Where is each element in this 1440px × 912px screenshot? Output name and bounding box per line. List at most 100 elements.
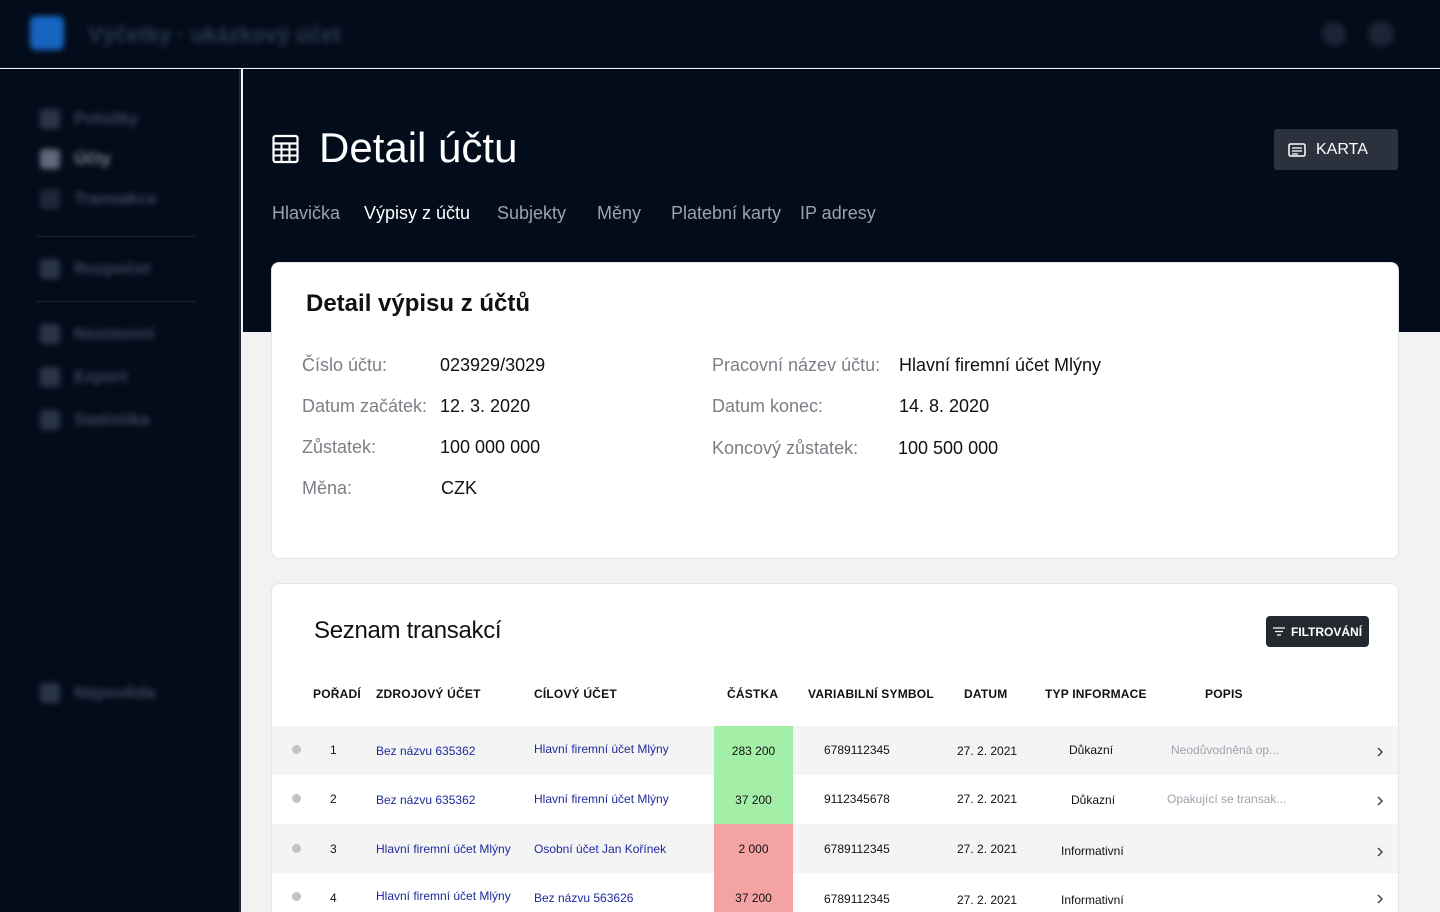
sidebar-item[interactable]: Nápověda bbox=[40, 683, 155, 703]
account-icon bbox=[40, 149, 60, 169]
source-account-link[interactable]: Hlavní firemní účet Mlýny bbox=[376, 889, 511, 903]
source-account-link[interactable]: Bez názvu 635362 bbox=[376, 744, 475, 758]
order-cell: 1 bbox=[330, 743, 337, 757]
chevron-right-icon[interactable] bbox=[1375, 894, 1385, 904]
page-title: Detail účtu bbox=[319, 124, 518, 171]
info-type-cell: Důkazní bbox=[1071, 793, 1116, 807]
sidebar: Položky Účty Transakce Rozpočet Nastaven… bbox=[0, 69, 241, 912]
sidebar-item-label: Účty bbox=[74, 149, 111, 168]
target-account-link[interactable]: Hlavní firemní účet Mlýny bbox=[534, 792, 669, 806]
app-title: Výčetky · ukázkový účet bbox=[88, 22, 342, 47]
balance-label: Zůstatek: bbox=[302, 437, 377, 457]
sidebar-item-label: Transakce bbox=[74, 189, 158, 208]
column-header[interactable]: ZDROJOVÝ ÚČET bbox=[376, 687, 481, 701]
sidebar-item-label: Nastavení bbox=[74, 324, 155, 343]
table-row[interactable]: 2 Bez názvu 635362 Hlavní firemní účet M… bbox=[272, 775, 1398, 824]
tab-subjekty[interactable]: Subjekty bbox=[497, 203, 566, 224]
source-account-link[interactable]: Hlavní firemní účet Mlýny bbox=[376, 842, 511, 856]
tab-hlavicka[interactable]: Hlavička bbox=[272, 203, 340, 224]
export-icon bbox=[40, 367, 60, 387]
date-cell: 27. 2. 2021 bbox=[957, 744, 1018, 758]
chevron-right-icon[interactable] bbox=[1375, 847, 1385, 857]
filter-button[interactable]: FILTROVÁNÍ bbox=[1266, 616, 1369, 647]
status-dot bbox=[292, 794, 301, 803]
list-icon bbox=[40, 109, 60, 129]
sidebar-item[interactable]: Položky bbox=[40, 109, 138, 129]
source-account-link[interactable]: Bez názvu 635362 bbox=[376, 793, 475, 807]
target-account-link[interactable]: Bez názvu 563626 bbox=[534, 891, 633, 905]
transfer-icon bbox=[40, 189, 60, 209]
currency-value: CZK bbox=[441, 478, 477, 498]
sidebar-item[interactable]: Nastavení bbox=[40, 324, 154, 344]
sidebar-item-active[interactable]: Účty bbox=[40, 149, 111, 169]
chevron-right-icon[interactable] bbox=[1375, 747, 1385, 757]
chevron-right-icon[interactable] bbox=[1375, 796, 1385, 806]
sidebar-item-label: Nápověda bbox=[74, 683, 156, 702]
variable-symbol-cell: 9112345678 bbox=[824, 792, 890, 806]
account-number-label: Číslo účtu: bbox=[302, 355, 388, 375]
sidebar-item[interactable]: Rozpočet bbox=[40, 259, 151, 279]
status-dot bbox=[292, 844, 301, 853]
date-cell: 27. 2. 2021 bbox=[957, 893, 1018, 907]
sidebar-item[interactable]: Transakce bbox=[40, 189, 157, 209]
column-header[interactable]: TYP INFORMACE bbox=[1045, 687, 1147, 701]
variable-symbol-cell: 6789112345 bbox=[824, 743, 890, 757]
karta-button[interactable]: KARTA bbox=[1274, 129, 1398, 170]
date-cell: 27. 2. 2021 bbox=[957, 842, 1018, 856]
status-dot bbox=[292, 892, 301, 901]
column-header[interactable]: DATUM bbox=[964, 687, 1007, 701]
end-balance-label: Koncový zůstatek: bbox=[712, 438, 859, 458]
help-icon bbox=[40, 683, 60, 703]
table-icon bbox=[272, 134, 299, 164]
date-start-value: 12. 3. 2020 bbox=[440, 396, 531, 416]
user-avatar-icon[interactable] bbox=[1368, 21, 1394, 47]
column-header[interactable]: VARIABILNÍ SYMBOL bbox=[808, 687, 934, 701]
notifications-icon[interactable] bbox=[1322, 22, 1346, 46]
column-header[interactable]: ČÁSTKA bbox=[727, 687, 778, 701]
info-type-cell: Informativní bbox=[1061, 893, 1124, 907]
amount-cell: 283 200 bbox=[714, 726, 793, 775]
tab-vypisy-z-uctu[interactable]: Výpisy z účtu bbox=[364, 203, 470, 224]
order-cell: 3 bbox=[330, 842, 337, 856]
tab-meny[interactable]: Měny bbox=[597, 203, 641, 224]
sidebar-item[interactable]: Statistika bbox=[40, 410, 150, 430]
filter-icon bbox=[1272, 627, 1285, 636]
app-logo[interactable] bbox=[30, 16, 64, 50]
order-cell: 4 bbox=[330, 891, 337, 905]
variable-symbol-cell: 6789112345 bbox=[824, 842, 890, 856]
column-header[interactable]: CÍLOVÝ ÚČET bbox=[534, 687, 617, 701]
filter-button-label: FILTROVÁNÍ bbox=[1290, 624, 1363, 639]
target-account-link[interactable]: Osobní účet Jan Kořínek bbox=[534, 842, 666, 856]
sidebar-item-label: Export bbox=[74, 367, 128, 386]
column-header[interactable]: POŘADÍ bbox=[313, 687, 361, 701]
tab-ip-adresy[interactable]: IP adresy bbox=[800, 203, 876, 224]
sidebar-item-label: Položky bbox=[74, 109, 139, 128]
tab-platebni-karty[interactable]: Platební karty bbox=[671, 203, 781, 224]
table-row[interactable]: 4 Hlavní firemní účet Mlýny Bez názvu 56… bbox=[272, 873, 1398, 912]
karta-button-label: KARTA bbox=[1316, 140, 1368, 158]
column-header[interactable]: POPIS bbox=[1205, 687, 1243, 701]
budget-icon bbox=[40, 259, 60, 279]
statement-detail-card: Detail výpisu z účtů Číslo účtu: 023929/… bbox=[271, 262, 1399, 559]
info-type-cell: Informativní bbox=[1061, 844, 1124, 858]
card-icon bbox=[1288, 142, 1306, 157]
amount-cell: 2 000 bbox=[714, 824, 793, 873]
sidebar-item[interactable]: Export bbox=[40, 367, 128, 387]
status-dot bbox=[292, 745, 301, 754]
target-account-link[interactable]: Hlavní firemní účet Mlýny bbox=[534, 742, 669, 756]
info-type-cell: Důkazní bbox=[1069, 743, 1114, 757]
sidebar-item-label: Rozpočet bbox=[74, 259, 151, 278]
order-cell: 2 bbox=[330, 792, 337, 806]
date-start-label: Datum začátek: bbox=[302, 396, 428, 416]
description-cell: Neodůvodněná op... bbox=[1171, 743, 1280, 757]
date-cell: 27. 2. 2021 bbox=[957, 792, 1018, 806]
sidebar-divider bbox=[36, 301, 196, 302]
balance-value: 100 000 000 bbox=[440, 437, 541, 457]
settings-icon bbox=[40, 324, 60, 344]
table-row[interactable]: 1 Bez názvu 635362 Hlavní firemní účet M… bbox=[272, 726, 1398, 775]
work-name-label: Pracovní název účtu: bbox=[712, 355, 881, 375]
chart-icon bbox=[40, 410, 60, 430]
card-title: Seznam transakcí bbox=[314, 617, 502, 644]
table-row[interactable]: 3 Hlavní firemní účet Mlýny Osobní účet … bbox=[272, 824, 1398, 873]
card-title: Detail výpisu z účtů bbox=[306, 290, 531, 317]
